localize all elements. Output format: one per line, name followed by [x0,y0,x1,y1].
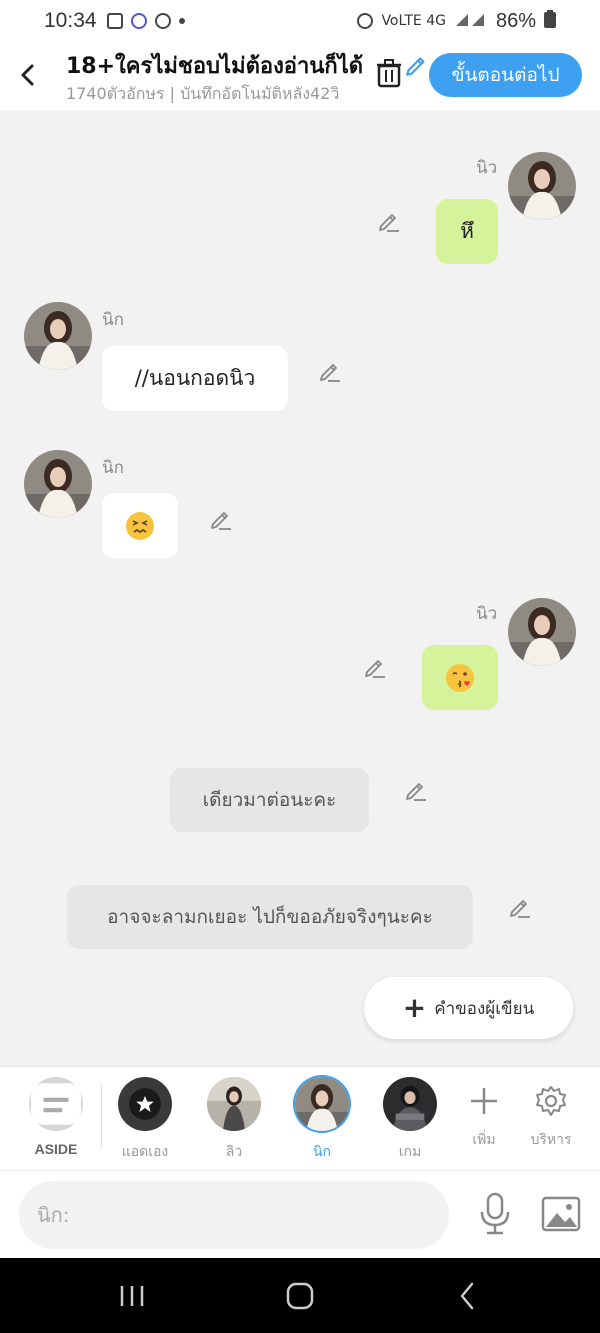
message-input[interactable] [19,1181,449,1249]
aside-bubble-icon [29,1077,83,1131]
gear-icon [521,1081,581,1121]
character-label: ASIDE [34,1141,78,1157]
avatar [383,1077,437,1131]
microphone-icon [480,1192,510,1235]
app-icon [154,13,171,29]
add-label: เพิ่ม [472,1132,496,1148]
author-note-button[interactable]: + คำของผู้เขียน [364,977,573,1039]
edit-pencil-icon[interactable] [209,507,233,531]
speaker-name: นิว [476,158,498,178]
confounded-face-icon [126,511,154,540]
story-title[interactable]: 18+ใครไม่ชอบไม่ต้องอ่านก็ได้ [66,48,363,83]
character-bar: ASIDE แอดเอง ลิว นิก เกม เพิ่ม บริหาร [0,1066,600,1170]
more-notifications-icon [178,18,185,24]
voice-input-button[interactable] [477,1191,513,1237]
character-label: แอดเอง [121,1144,169,1160]
back-button[interactable] [14,58,42,92]
battery-level: 86% [495,9,536,32]
message-bubble[interactable]: หึ [436,199,498,264]
recent-apps-icon[interactable] [112,1278,152,1314]
next-step-button[interactable]: ขั้นตอนต่อไป [429,53,582,97]
gallery-icon [106,13,123,29]
delete-button[interactable] [376,58,402,88]
avatar [295,1077,349,1131]
edit-title-button[interactable] [404,52,430,78]
back-nav-icon[interactable] [448,1278,488,1314]
character-aside[interactable]: ASIDE [21,1077,91,1157]
manage-characters-button[interactable]: บริหาร [521,1081,581,1151]
edit-pencil-icon[interactable] [377,209,401,233]
image-icon [541,1196,581,1232]
status-bar: 10:34 VoLTE 4G 86% [0,0,600,42]
system-nav-bar [0,1258,600,1333]
character-label: เกม [398,1144,422,1160]
face-blowing-kiss-icon [446,663,474,692]
message-bubble[interactable] [102,493,178,558]
insert-image-button[interactable] [541,1195,581,1233]
character-nik[interactable]: นิก [287,1077,357,1163]
home-icon[interactable] [280,1278,320,1314]
avatar [118,1077,172,1131]
character-label: นิก [312,1144,332,1160]
alarm-icon [357,13,374,29]
save-status: 1740ตัวอักษร | บันทึกอัตโนมัติหลัง42วิ [66,84,340,103]
message-bubble[interactable]: //นอนกอดนิว [102,346,288,411]
notification-icons [106,13,185,29]
signal-icon [454,11,488,31]
trash-icon [377,59,401,88]
edit-pencil-icon[interactable] [508,895,532,919]
status-time: 10:34 [44,9,97,32]
manage-label: บริหาร [530,1132,572,1148]
aside-text: เดียวมาต่อนะคะ [202,789,337,811]
plus-icon: + [402,991,427,1024]
message-text: //นอนกอดนิว [134,366,256,390]
edit-pencil-icon[interactable] [404,778,428,802]
edit-pencil-icon[interactable] [363,655,387,679]
avatar[interactable] [508,152,576,220]
avatar[interactable] [508,598,576,666]
network-indicator: VoLTE 4G [381,13,446,29]
plus-icon [454,1081,514,1121]
avatar [207,1077,261,1131]
add-character-button[interactable]: เพิ่ม [454,1081,514,1151]
message-bubble[interactable] [422,645,498,710]
input-bar [0,1170,600,1258]
aside-bubble[interactable]: เดียวมาต่อนะคะ [170,768,369,832]
aside-bubble[interactable]: อาจจะลามกเยอะ ไปก็ขออภัยจริงๆนะคะ [67,885,473,949]
message-text: หึ [460,219,474,243]
editor-header: 18+ใครไม่ชอบไม่ต้องอ่านก็ได้ 1740ตัวอักษ… [0,42,600,110]
edit-pencil-icon[interactable] [318,359,342,383]
chat-area[interactable]: นิว หึ นิก //นอนกอดนิว นิก นิว เดียวมาต่… [0,110,600,1066]
avatar[interactable] [24,450,92,518]
speaker-name: นิก [102,458,124,478]
pencil-icon [406,57,425,76]
character-liw[interactable]: ลิว [199,1077,269,1163]
aside-text: อาจจะลามกเยอะ ไปก็ขออภัยจริงๆนะคะ [107,906,433,928]
author-note-label: คำของผู้เขียน [434,998,535,1019]
speaker-name: นิว [476,604,498,624]
character-game[interactable]: เกม [375,1077,445,1163]
speaker-name: นิก [102,310,124,330]
divider [101,1085,102,1147]
avatar[interactable] [24,302,92,370]
chevron-left-icon [21,64,34,86]
character-admin[interactable]: แอดเอง [110,1077,180,1163]
tiktok-icon [130,13,147,29]
character-label: ลิว [225,1144,243,1160]
battery-icon [544,10,556,32]
